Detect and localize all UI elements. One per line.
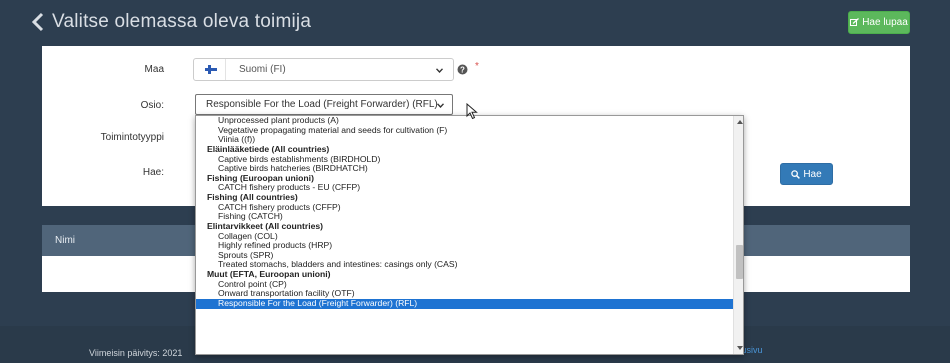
dropdown-scrollbar[interactable] [733,116,743,354]
scrollbar-thumb[interactable] [736,245,743,279]
chevron-down-icon [436,68,443,73]
search-label: Hae: [142,167,164,178]
scroll-down-arrow-icon[interactable] [737,346,743,350]
svg-text:?: ? [460,66,465,75]
top-bar: Valitse olemassa oleva toimija Hae lupaa [0,0,950,46]
country-select[interactable]: Suomi (FI) [193,58,454,81]
dropdown-option[interactable]: Highly refined products (HRP) [196,241,733,251]
chevron-down-icon [437,103,444,108]
scroll-up-arrow-icon[interactable] [737,120,743,124]
info-icon[interactable]: ? [457,64,468,75]
country-value: Suomi (FI) [239,64,286,75]
dropdown-option[interactable]: Vegetative propagating material and seed… [196,125,733,136]
apply-permit-button[interactable]: Hae lupaa [848,11,910,34]
finland-flag-icon [205,65,217,74]
section-select[interactable]: Responsible For the Load (Freight Forwar… [195,94,453,115]
section-value: Responsible For the Load (Freight Forwar… [206,99,438,110]
name-column-header: Nimi [55,235,75,246]
dropdown-options: Unprocessed plant products (A) Vegetative… [196,116,733,354]
search-button-label: Hae [803,168,822,180]
last-updated-text: Viimeisin päivitys: 2021 [89,348,183,358]
mouse-cursor-icon [466,103,478,120]
required-mark: * [475,61,479,72]
dropdown-option[interactable]: Responsible For the Load (Freight Forwar… [196,298,733,309]
country-label: Maa [144,64,164,75]
activity-type-label: Toimintotyyppi [100,132,164,143]
page-title: Valitse olemassa oleva toimija [52,11,312,32]
search-icon [791,169,801,179]
search-button[interactable]: Hae [780,163,833,185]
section-dropdown-list[interactable]: Unprocessed plant products (A) Vegetative… [195,115,744,355]
edit-icon [850,18,860,26]
apply-permit-label: Hae lupaa [862,17,908,28]
chevron-left-icon[interactable] [31,12,45,32]
section-label: Osio: [140,100,164,111]
